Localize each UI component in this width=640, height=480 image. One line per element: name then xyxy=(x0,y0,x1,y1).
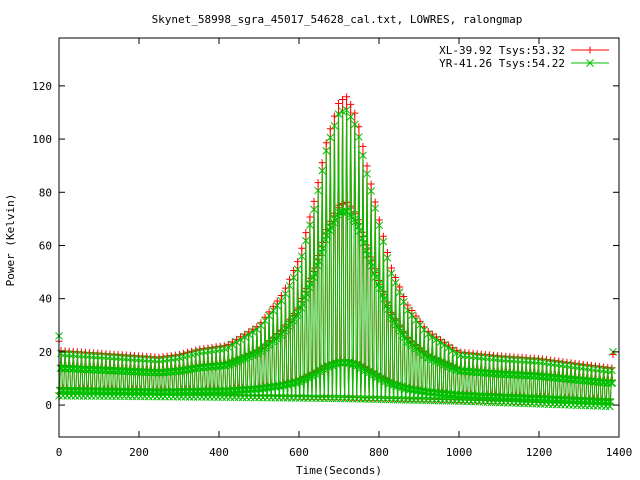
x-tick-label: 0 xyxy=(56,446,63,459)
x-tick-label: 600 xyxy=(289,446,309,459)
chart: Skynet_58998_sgra_45017_54628_cal.txt, L… xyxy=(0,0,640,480)
x-tick-label: 1400 xyxy=(606,446,633,459)
y-tick-label: 40 xyxy=(39,293,52,306)
legend-label: XL-39.92 Tsys:53.32 xyxy=(439,44,565,57)
y-tick-label: 120 xyxy=(32,80,52,93)
x-tick-label: 800 xyxy=(369,446,389,459)
chart-title: Skynet_58998_sgra_45017_54628_cal.txt, L… xyxy=(152,13,523,26)
x-tick-label: 1000 xyxy=(446,446,473,459)
y-tick-label: 0 xyxy=(45,399,52,412)
x-tick-label: 1200 xyxy=(526,446,553,459)
y-axis-label: Power (Kelvin) xyxy=(4,194,17,287)
legend-label: YR-41.26 Tsys:54.22 xyxy=(439,57,565,70)
x-tick-label: 400 xyxy=(209,446,229,459)
y-tick-label: 80 xyxy=(39,186,52,199)
y-tick-label: 60 xyxy=(39,239,52,252)
x-tick-label: 200 xyxy=(129,446,149,459)
y-tick-label: 20 xyxy=(39,346,52,359)
x-axis-label: Time(Seconds) xyxy=(296,464,382,477)
chart-background xyxy=(0,0,640,480)
y-tick-label: 100 xyxy=(32,133,52,146)
